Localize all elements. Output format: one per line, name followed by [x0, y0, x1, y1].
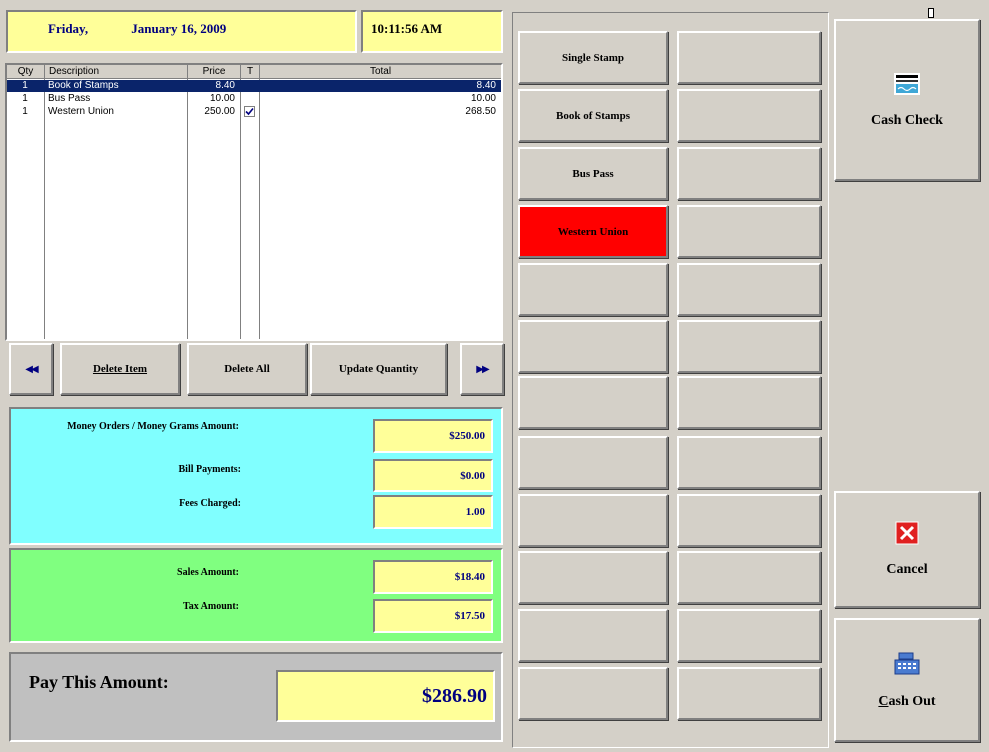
product-button-western-union[interactable]: Western Union [518, 205, 668, 258]
bill-payments-label: Bill Payments: [178, 464, 242, 475]
double-left-arrow-icon: ◀◀ [25, 363, 38, 375]
day-label: Friday, [48, 21, 89, 36]
row-qty: 1 [22, 80, 28, 91]
row-description: Book of Stamps [48, 80, 119, 91]
date-display: Friday, January 16, 2009 [6, 10, 357, 53]
empty-product-button[interactable] [677, 31, 821, 84]
row-description: Western Union [48, 106, 114, 117]
empty-product-button[interactable] [677, 436, 821, 489]
status-indicator [928, 8, 934, 18]
cash-check-label: Cash Check [871, 112, 943, 128]
col-price[interactable]: Price [188, 65, 241, 79]
pay-this-amount-value: $286.90 [276, 670, 495, 722]
product-label: Single Stamp [561, 51, 625, 64]
product-label: Book of Stamps [556, 109, 630, 122]
taxed-checkbox-icon[interactable] [244, 106, 256, 118]
product-grid: Single Stamp Book of Stamps Bus Pass Wes… [512, 12, 829, 748]
row-qty: 1 [22, 93, 28, 104]
sales-amount-label: Sales Amount: [177, 567, 239, 578]
table-row[interactable]: 1 Bus Pass 10.00 10.00 [7, 93, 501, 105]
fees-charged-value: 1.00 [373, 495, 493, 529]
table-row[interactable]: 1 Western Union 250.00 268.50 [7, 106, 501, 118]
cash-out-button[interactable]: Cash Out [834, 618, 980, 742]
col-qty[interactable]: Qty [7, 65, 45, 79]
row-total: 8.40 [476, 80, 496, 91]
empty-product-button[interactable] [677, 320, 821, 373]
row-total: 268.50 [465, 106, 496, 117]
row-qty: 1 [22, 106, 28, 117]
delete-all-button[interactable]: Delete All [187, 343, 307, 395]
pay-this-amount-label: Pay This Amount: [29, 672, 169, 692]
product-label: Bus Pass [572, 167, 614, 180]
scroll-right-button[interactable]: ▶▶ [460, 343, 504, 395]
sales-amount-value: $18.40 [373, 560, 493, 594]
empty-product-button[interactable] [518, 667, 668, 720]
delete-item-button[interactable]: Delete Item [60, 343, 180, 395]
row-price: 8.40 [215, 80, 235, 91]
empty-product-button[interactable] [677, 494, 821, 547]
update-quantity-label: Update Quantity [338, 363, 419, 375]
empty-product-button[interactable] [677, 147, 821, 200]
col-description[interactable]: Description [45, 65, 188, 79]
bill-payments-value: $0.00 [373, 459, 493, 492]
cancel-icon [895, 521, 919, 550]
money-orders-value: $250.00 [373, 419, 493, 453]
delete-item-label: Delete Item [92, 363, 148, 375]
tax-amount-value: $17.50 [373, 599, 493, 633]
empty-product-button[interactable] [677, 376, 821, 429]
cash-check-button[interactable]: Cash Check [834, 19, 980, 181]
cash-register-icon [893, 651, 921, 682]
empty-product-button[interactable] [677, 263, 821, 316]
row-total: 10.00 [470, 93, 496, 104]
tax-amount-label: Tax Amount: [182, 601, 239, 612]
pay-panel: Pay This Amount: $286.90 [9, 652, 503, 742]
empty-product-button[interactable] [518, 376, 668, 429]
empty-product-button[interactable] [677, 551, 821, 604]
empty-product-button[interactable] [518, 263, 668, 316]
cash-out-label: Cash Out [878, 693, 936, 709]
cancel-label: Cancel [886, 562, 928, 577]
empty-product-button[interactable] [677, 89, 821, 142]
table-row[interactable]: 1 Book of Stamps 8.40 8.40 [7, 80, 501, 92]
empty-product-button[interactable] [518, 609, 668, 662]
row-price: 250.00 [204, 106, 235, 117]
empty-product-button[interactable] [518, 551, 668, 604]
empty-product-button[interactable] [677, 609, 821, 662]
time-display: 10:11:56 AM [361, 10, 503, 53]
check-icon [893, 72, 921, 101]
delete-all-label: Delete All [224, 363, 270, 375]
row-description: Bus Pass [48, 93, 91, 104]
cancel-button[interactable]: Cancel [834, 491, 980, 608]
fees-charged-label: Fees Charged: [179, 498, 241, 509]
col-total[interactable]: Total [260, 65, 501, 79]
update-quantity-button[interactable]: Update Quantity [310, 343, 447, 395]
item-list[interactable]: Qty Description Price T Total 1 Book of … [5, 63, 503, 341]
empty-product-button[interactable] [518, 494, 668, 547]
col-taxed[interactable]: T [241, 65, 260, 79]
scroll-left-button[interactable]: ◀◀ [9, 343, 53, 395]
empty-product-button[interactable] [677, 205, 821, 258]
money-orders-label: Money Orders / Money Grams Amount: [67, 421, 239, 432]
double-right-arrow-icon: ▶▶ [476, 363, 489, 375]
sales-panel: Sales Amount: $18.40 Tax Amount: $17.50 [9, 548, 503, 643]
row-price: 10.00 [209, 93, 235, 104]
payments-panel: Money Orders / Money Grams Amount: $250.… [9, 407, 503, 545]
product-button-book-of-stamps[interactable]: Book of Stamps [518, 89, 668, 142]
product-button-bus-pass[interactable]: Bus Pass [518, 147, 668, 200]
empty-product-button[interactable] [677, 667, 821, 720]
empty-product-button[interactable] [518, 320, 668, 373]
date-label: January 16, 2009 [131, 21, 227, 36]
product-button-single-stamp[interactable]: Single Stamp [518, 31, 668, 84]
empty-product-button[interactable] [518, 436, 668, 489]
product-label: Western Union [557, 225, 629, 238]
